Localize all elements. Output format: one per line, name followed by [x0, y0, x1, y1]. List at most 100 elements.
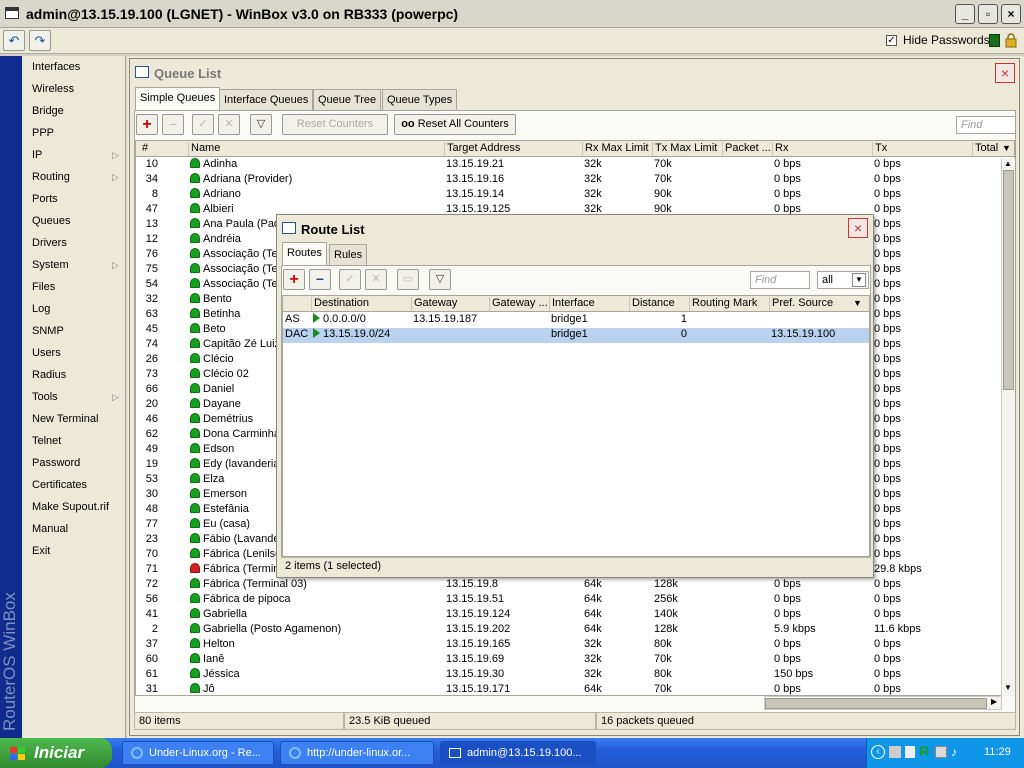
queue-find-input[interactable]: Find: [956, 116, 1016, 134]
tab-simple-queues[interactable]: Simple Queues: [135, 87, 221, 110]
table-row[interactable]: 72 Fábrica (Terminal 03) 13.15.19.8 64k 128k…: [136, 578, 1000, 593]
col-pref-source[interactable]: Pref. Source: [769, 297, 849, 311]
tab-rules[interactable]: Rules: [329, 244, 368, 265]
start-button[interactable]: Iniciar: [0, 738, 112, 768]
tab-queue-types[interactable]: Queue Types: [382, 89, 458, 110]
sidebar-item-tools[interactable]: Tools: [32, 391, 58, 403]
tab-interface-queues[interactable]: Interface Queues: [219, 89, 314, 110]
safely-remove-icon[interactable]: [905, 746, 915, 758]
hide-passwords-checkbox[interactable]: ✓: [886, 35, 897, 46]
col-gateway[interactable]: Gateway: [411, 297, 489, 311]
sidebar-item-ppp[interactable]: PPP: [32, 127, 54, 139]
close-button[interactable]: ×: [1001, 4, 1021, 24]
sidebar-item-bridge[interactable]: Bridge: [32, 105, 64, 117]
sidebar-item-drivers[interactable]: Drivers: [32, 237, 67, 249]
col-destination[interactable]: Destination: [311, 297, 411, 311]
route-column-menu-icon[interactable]: ▼: [853, 298, 862, 308]
sidebar-item-password[interactable]: Password: [32, 457, 80, 469]
col-tx[interactable]: Tx: [872, 142, 972, 156]
col-rx[interactable]: Rx: [772, 142, 872, 156]
route-find-input[interactable]: Find: [750, 271, 810, 289]
col-flags[interactable]: [283, 297, 311, 311]
sidebar-item-routing[interactable]: Routing: [32, 171, 70, 183]
table-row[interactable]: 8 Adriano 13.15.19.14 32k 90k 0 bps 0 bps: [136, 188, 1000, 203]
table-row[interactable]: 56 Fábrica de pipoca 13.15.19.51 64k 256k 0 b…: [136, 593, 1000, 608]
sidebar-item-ports[interactable]: Ports: [32, 193, 58, 205]
queue-hscroll-thumb[interactable]: [765, 698, 987, 709]
reset-all-counters-button[interactable]: oo Reset All Counters: [394, 114, 516, 135]
col-distance[interactable]: Distance: [629, 297, 689, 311]
route-row[interactable]: AS 0.0.0.0/0 13.15.19.187 bridge1 1: [283, 313, 869, 328]
col-interface[interactable]: Interface: [549, 297, 629, 311]
sidebar-item-certificates[interactable]: Certificates: [32, 479, 87, 491]
route-add-icon[interactable]: +: [283, 269, 305, 290]
redo-icon[interactable]: ↷: [29, 30, 51, 51]
col-packet[interactable]: Packet ...: [722, 142, 772, 156]
sidebar-item-log[interactable]: Log: [32, 303, 50, 315]
col-target-address[interactable]: Target Address: [444, 142, 582, 156]
sidebar-item-new-terminal[interactable]: New Terminal: [32, 413, 98, 425]
col-total[interactable]: Total: [972, 142, 1002, 156]
network-icon[interactable]: [889, 746, 901, 758]
undo-icon[interactable]: ↶: [3, 30, 25, 51]
sidebar-item-system[interactable]: System: [32, 259, 69, 271]
remove-icon[interactable]: −: [162, 114, 184, 135]
task-browser[interactable]: http://under-linux.or...: [280, 741, 434, 765]
tab-routes[interactable]: Routes: [282, 242, 327, 265]
sidebar-item-users[interactable]: Users: [32, 347, 61, 359]
tray-app-icon[interactable]: R: [919, 743, 929, 759]
sidebar-item-files[interactable]: Files: [32, 281, 55, 293]
col-rx-max-limit[interactable]: Rx Max Limit: [582, 142, 652, 156]
task-under-linux[interactable]: Under-Linux.org - Re...: [122, 741, 274, 765]
table-row[interactable]: 61 Jéssica 13.15.19.30 32k 80k 150 bps 0 bps: [136, 668, 1000, 683]
route-filter-select[interactable]: all ▼: [817, 271, 869, 289]
task-winbox[interactable]: admin@13.15.19.100...: [440, 741, 596, 765]
table-row[interactable]: 10 Adinha 13.15.19.21 32k 70k 0 bps 0 bps: [136, 158, 1000, 173]
route-disable-icon[interactable]: ✕: [365, 269, 387, 290]
dropdown-icon[interactable]: ▼: [852, 273, 866, 287]
col-number[interactable]: #: [140, 142, 188, 156]
queue-horizontal-scrollbar[interactable]: ▶: [764, 696, 1002, 710]
table-row[interactable]: 31 Jô 13.15.19.171 64k 70k 0 bps 0 bps: [136, 683, 1000, 696]
col-routing-mark[interactable]: Routing Mark: [689, 297, 769, 311]
sidebar-item-make-supout-rif[interactable]: Make Supout.rif: [32, 501, 109, 513]
sidebar-item-snmp[interactable]: SNMP: [32, 325, 64, 337]
queue-list-close-button[interactable]: ×: [995, 63, 1015, 83]
table-row[interactable]: 60 Ianê 13.15.19.69 32k 70k 0 bps 0 bps: [136, 653, 1000, 668]
tab-queue-tree[interactable]: Queue Tree: [313, 89, 382, 110]
route-comment-icon[interactable]: ▭: [397, 269, 419, 290]
disable-icon[interactable]: ✕: [218, 114, 240, 135]
sidebar-item-manual[interactable]: Manual: [32, 523, 68, 535]
sidebar-item-exit[interactable]: Exit: [32, 545, 50, 557]
sidebar-item-wireless[interactable]: Wireless: [32, 83, 74, 95]
display-icon[interactable]: [935, 746, 947, 758]
scroll-right-icon[interactable]: ▶: [991, 697, 997, 706]
filter-icon[interactable]: ▽: [250, 114, 272, 135]
volume-icon[interactable]: ♪: [951, 745, 957, 759]
route-enable-icon[interactable]: ✓: [339, 269, 361, 290]
queue-vertical-scrollbar[interactable]: ▲ ▼: [1001, 158, 1015, 696]
table-row[interactable]: 37 Helton 13.15.19.165 32k 80k 0 bps 0 bps: [136, 638, 1000, 653]
reset-counters-button[interactable]: Reset Counters: [282, 114, 388, 135]
sidebar-item-queues[interactable]: Queues: [32, 215, 71, 227]
sidebar-item-interfaces[interactable]: Interfaces: [32, 61, 80, 73]
sidebar-item-telnet[interactable]: Telnet: [32, 435, 61, 447]
col-name[interactable]: Name: [188, 142, 444, 156]
scroll-up-icon[interactable]: ▲: [1004, 159, 1012, 168]
route-list-close-button[interactable]: ×: [848, 218, 868, 238]
enable-icon[interactable]: ✓: [192, 114, 214, 135]
minimize-button[interactable]: _: [955, 4, 975, 24]
tray-collapse-icon[interactable]: ‹: [871, 745, 885, 759]
table-row[interactable]: 41 Gabriella 13.15.19.124 64k 140k 0 bps 0 bps: [136, 608, 1000, 623]
sidebar-item-radius[interactable]: Radius: [32, 369, 66, 381]
add-icon[interactable]: +: [136, 114, 158, 135]
route-remove-icon[interactable]: −: [309, 269, 331, 290]
table-row[interactable]: 2 Gabriella (Posto Agamenon) 13.15.19.202 6…: [136, 623, 1000, 638]
route-filter-icon[interactable]: ▽: [429, 269, 451, 290]
maximize-button[interactable]: ▫: [978, 4, 998, 24]
col-tx-max-limit[interactable]: Tx Max Limit: [652, 142, 722, 156]
queue-scroll-thumb[interactable]: [1003, 170, 1014, 390]
col-gateway-state[interactable]: Gateway ...: [489, 297, 549, 311]
table-row[interactable]: 34 Adriana (Provider) 13.15.19.16 32k 70k 0 b…: [136, 173, 1000, 188]
scroll-down-icon[interactable]: ▼: [1004, 683, 1012, 692]
